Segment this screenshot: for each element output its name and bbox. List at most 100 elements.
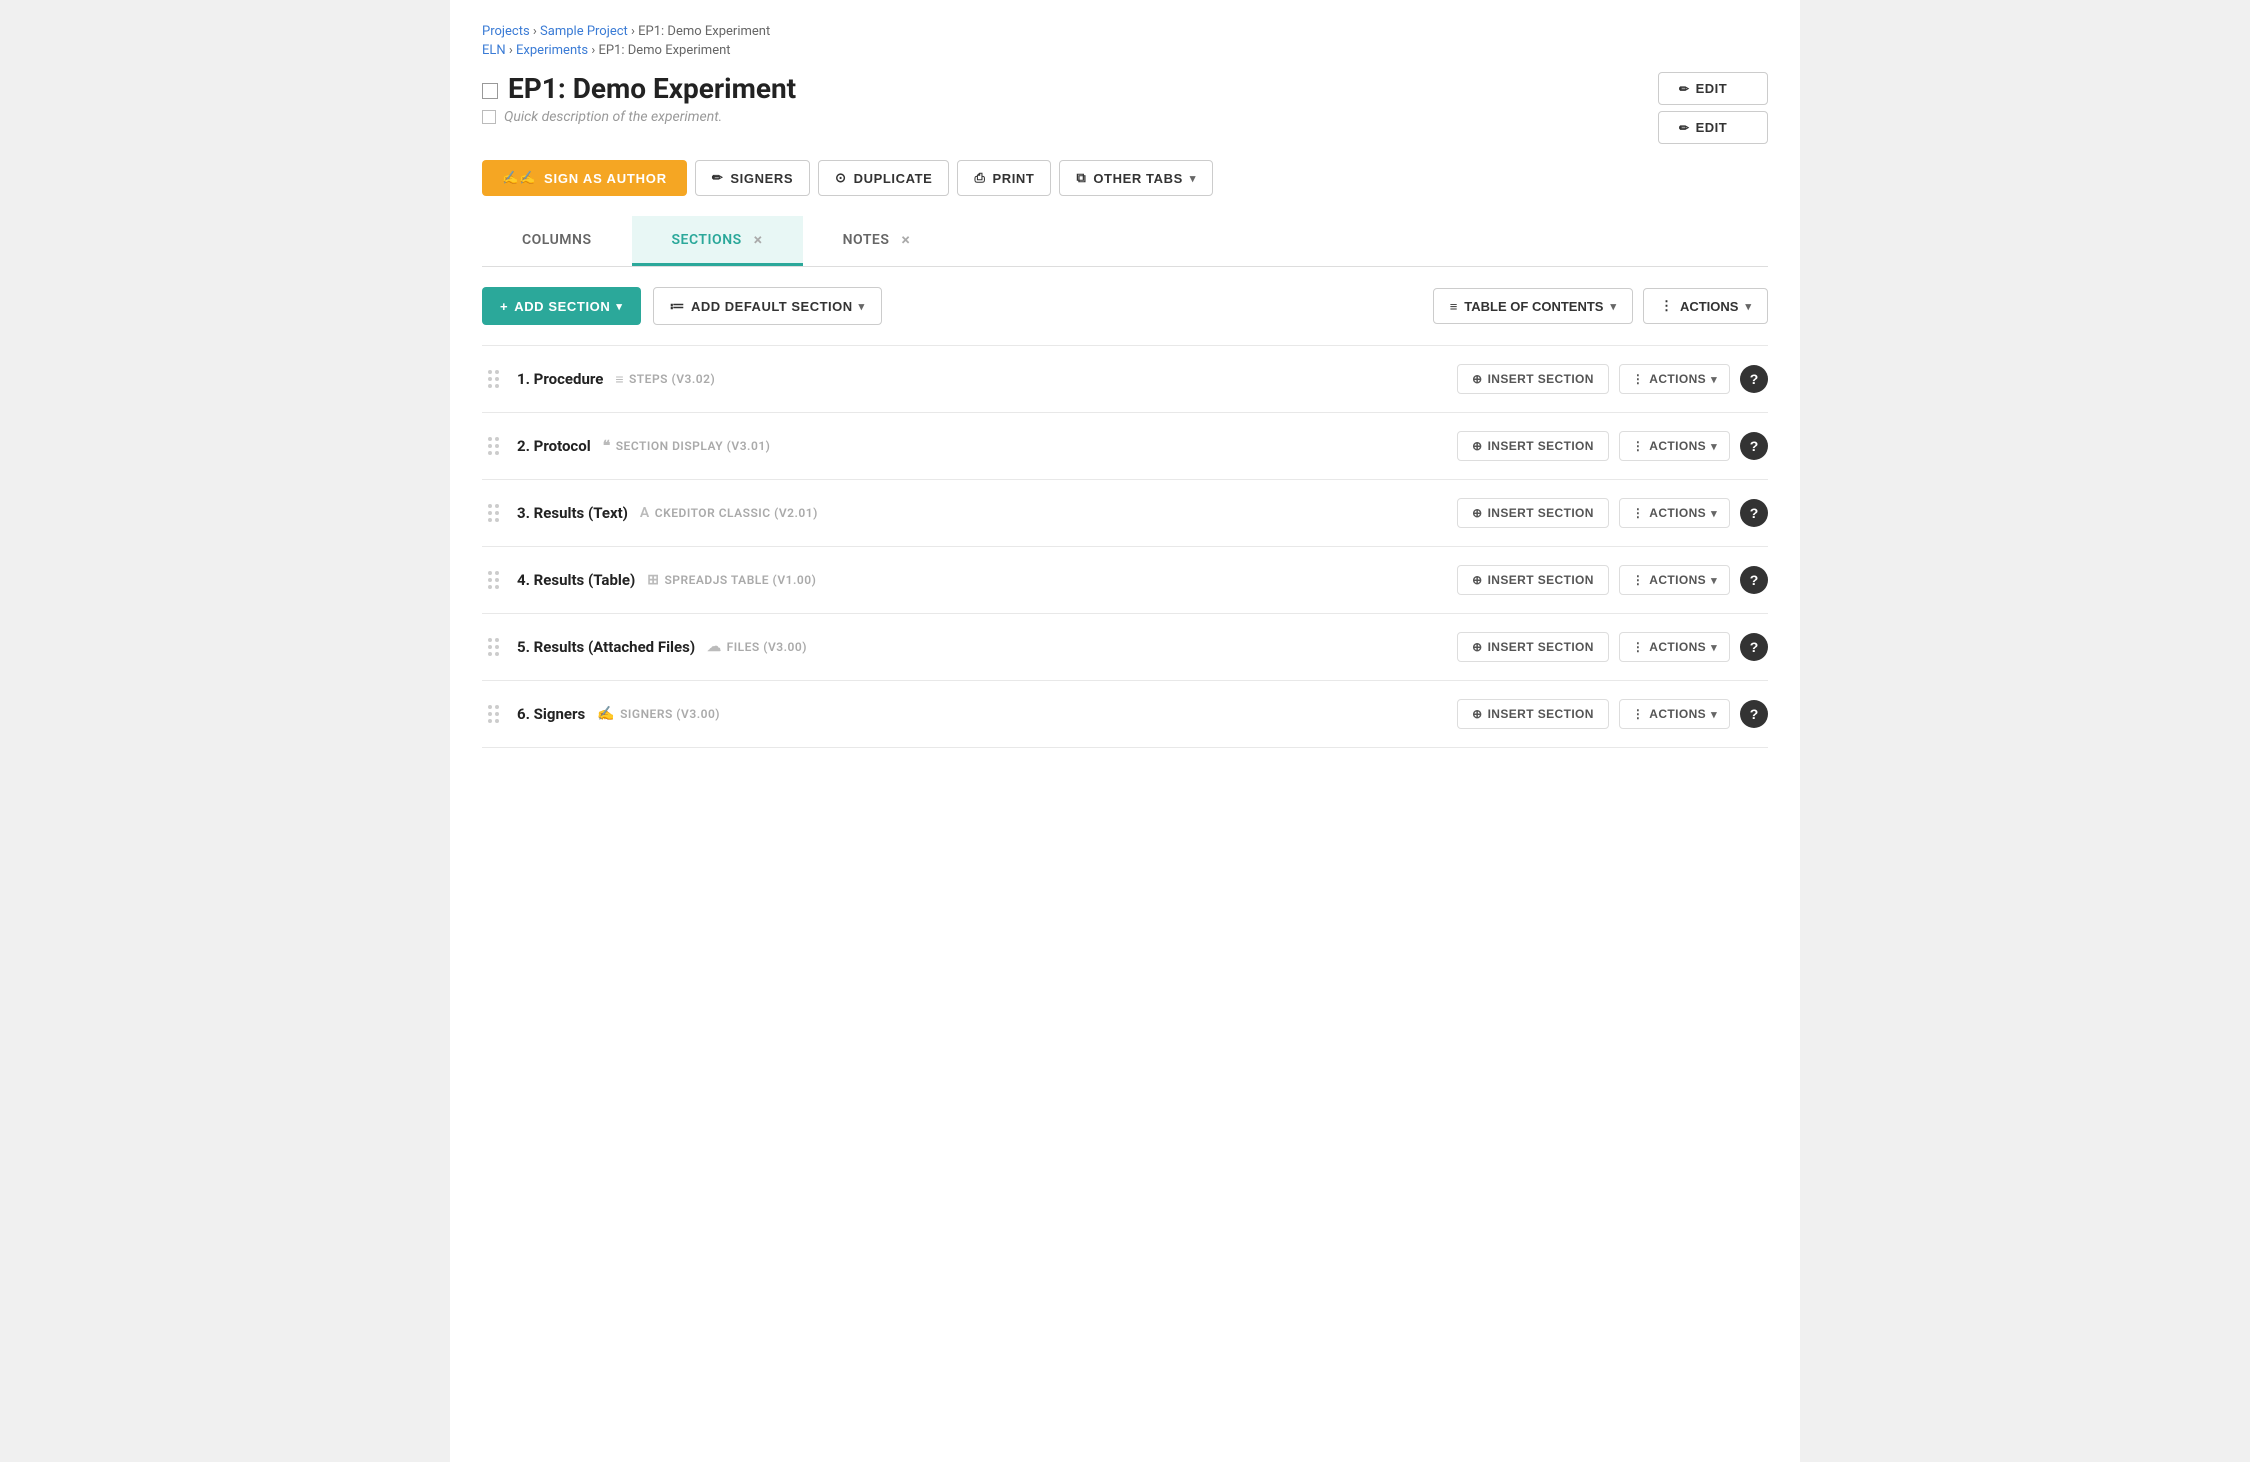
section-actions-button-1[interactable]: ⋮ ACTIONS ▾ [1619,364,1730,394]
insert-section-button-6[interactable]: ⊕ INSERT SECTION [1457,699,1609,729]
section-type-label-6: SIGNERS (V3.00) [620,707,720,721]
section-type-label-4: SPREADJS TABLE (V1.00) [664,573,816,587]
section-actions-label-2: ACTIONS [1649,439,1706,453]
tab-notes-label: NOTES [843,232,890,248]
breadcrumb-experiments[interactable]: Experiments [516,43,588,58]
breadcrumb-current: › EP1: Demo Experiment [631,24,770,39]
add-default-chevron: ▾ [859,300,865,313]
add-section-label: ADD SECTION [514,299,610,314]
tab-sections-label: SECTIONS [672,232,742,248]
add-section-right: ≡ TABLE OF CONTENTS ▾ ⋮ ACTIONS ▾ [1433,288,1768,324]
page-header: EP1: Demo Experiment Quick description o… [482,72,1768,144]
page-title: EP1: Demo Experiment [508,72,796,105]
insert-section-label-5: INSERT SECTION [1488,640,1594,654]
drag-handle-5[interactable] [482,638,505,656]
toc-label: TABLE OF CONTENTS [1464,299,1603,314]
insert-section-button-2[interactable]: ⊕ INSERT SECTION [1457,431,1609,461]
tab-columns[interactable]: COLUMNS [482,216,632,266]
actions-icon: ⋮ [1660,298,1673,314]
section-name-1: 1. Procedure [517,370,603,388]
drag-handle-6[interactable] [482,705,505,723]
section-main-6: 6. Signers ✍ SIGNERS (V3.00) [517,705,1445,723]
section-main-4: 4. Results (Table) ⊞ SPREADJS TABLE (V1.… [517,571,1445,589]
section-name-4: 4. Results (Table) [517,571,635,589]
tab-sections-close[interactable]: × [754,230,763,249]
section-type-icon-6: ✍ [597,706,615,722]
section-actions-chevron-3: ▾ [1711,507,1717,520]
section-actions-3: ⊕ INSERT SECTION ⋮ ACTIONS ▾ ? [1457,498,1768,528]
other-tabs-chevron: ▾ [1190,172,1196,185]
signers-label: SIGNERS [730,171,793,186]
duplicate-button[interactable]: ⊙ DUPLICATE [818,160,949,196]
section-actions-label-6: ACTIONS [1649,707,1706,721]
toc-chevron: ▾ [1610,300,1616,313]
add-section-button[interactable]: + ADD SECTION ▾ [482,287,641,325]
help-button-2[interactable]: ? [1740,432,1768,460]
section-actions-button-6[interactable]: ⋮ ACTIONS ▾ [1619,699,1730,729]
section-type-3: A CKEDITOR CLASSIC (V2.01) [640,505,818,521]
actions-chevron: ▾ [1745,300,1751,313]
drag-handle-4[interactable] [482,571,505,589]
help-button-1[interactable]: ? [1740,365,1768,393]
breadcrumb-eln[interactable]: ELN [482,43,506,58]
help-button-6[interactable]: ? [1740,700,1768,728]
table-row: 6. Signers ✍ SIGNERS (V3.00) ⊕ INSERT SE… [482,681,1768,748]
pen-icon-1 [1679,82,1690,96]
title-checkbox[interactable] [482,83,498,99]
tab-sections[interactable]: SECTIONS × [632,216,803,266]
section-main-2: 2. Protocol ❝ SECTION DISPLAY (V3.01) [517,437,1445,455]
section-actions-1: ⊕ INSERT SECTION ⋮ ACTIONS ▾ ? [1457,364,1768,394]
page-title-area: EP1: Demo Experiment Quick description o… [482,72,796,125]
actions-button[interactable]: ⋮ ACTIONS ▾ [1643,288,1768,324]
other-tabs-button[interactable]: ⧉ OTHER TABS ▾ [1059,160,1213,196]
section-type-icon-4: ⊞ [647,572,659,588]
help-button-3[interactable]: ? [1740,499,1768,527]
table-of-contents-button[interactable]: ≡ TABLE OF CONTENTS ▾ [1433,288,1633,324]
add-default-section-button[interactable]: ≔ ADD DEFAULT SECTION ▾ [653,287,882,325]
help-button-4[interactable]: ? [1740,566,1768,594]
section-actions-button-2[interactable]: ⋮ ACTIONS ▾ [1619,431,1730,461]
insert-section-label-2: INSERT SECTION [1488,439,1594,453]
drag-handle-2[interactable] [482,437,505,455]
section-dots-icon-6: ⋮ [1632,707,1644,721]
tab-notes-close[interactable]: × [901,230,910,249]
breadcrumb-sample-project[interactable]: Sample Project [540,24,628,39]
section-actions-button-4[interactable]: ⋮ ACTIONS ▾ [1619,565,1730,595]
print-button[interactable]: ⎙ PRINT [957,160,1051,196]
circle-plus-icon-2: ⊕ [1472,439,1482,453]
circle-plus-icon-5: ⊕ [1472,640,1482,654]
section-type-icon-5: ☁ [707,639,722,655]
tab-notes[interactable]: NOTES × [803,216,951,266]
page-description-row: Quick description of the experiment. [482,109,796,125]
insert-section-label-6: INSERT SECTION [1488,707,1594,721]
drag-handle-3[interactable] [482,504,505,522]
edit-button-2[interactable]: EDIT [1658,111,1768,144]
toc-icon: ≡ [1450,299,1458,314]
insert-section-button-5[interactable]: ⊕ INSERT SECTION [1457,632,1609,662]
description-checkbox[interactable] [482,110,496,124]
sign-author-label: SIGN AS AUTHOR [544,171,667,186]
help-button-5[interactable]: ? [1740,633,1768,661]
section-actions-chevron-4: ▾ [1711,574,1717,587]
section-type-icon-2: ❝ [603,438,611,454]
circle-plus-icon-3: ⊕ [1472,506,1482,520]
breadcrumb-projects[interactable]: Projects [482,24,530,39]
sections-list: 1. Procedure ≡ STEPS (V3.02) ⊕ INSERT SE… [482,345,1768,748]
insert-section-button-4[interactable]: ⊕ INSERT SECTION [1457,565,1609,595]
pen-icon-2 [1679,121,1690,135]
section-actions-button-3[interactable]: ⋮ ACTIONS ▾ [1619,498,1730,528]
page-title-row: EP1: Demo Experiment [482,72,796,105]
add-section-chevron: ▾ [616,300,622,313]
section-actions-4: ⊕ INSERT SECTION ⋮ ACTIONS ▾ ? [1457,565,1768,595]
section-actions-button-5[interactable]: ⋮ ACTIONS ▾ [1619,632,1730,662]
sign-as-author-button[interactable]: ✍ SIGN AS AUTHOR [482,160,687,196]
signers-button[interactable]: ✏ SIGNERS [695,160,810,196]
section-main-3: 3. Results (Text) A CKEDITOR CLASSIC (V2… [517,504,1445,522]
edit-button-1[interactable]: EDIT [1658,72,1768,105]
insert-section-button-3[interactable]: ⊕ INSERT SECTION [1457,498,1609,528]
section-name-5: 5. Results (Attached Files) [517,638,695,656]
drag-handle-1[interactable] [482,370,505,388]
insert-section-button-1[interactable]: ⊕ INSERT SECTION [1457,364,1609,394]
section-type-label-2: SECTION DISPLAY (V3.01) [616,439,771,453]
section-main-1: 1. Procedure ≡ STEPS (V3.02) [517,370,1445,388]
